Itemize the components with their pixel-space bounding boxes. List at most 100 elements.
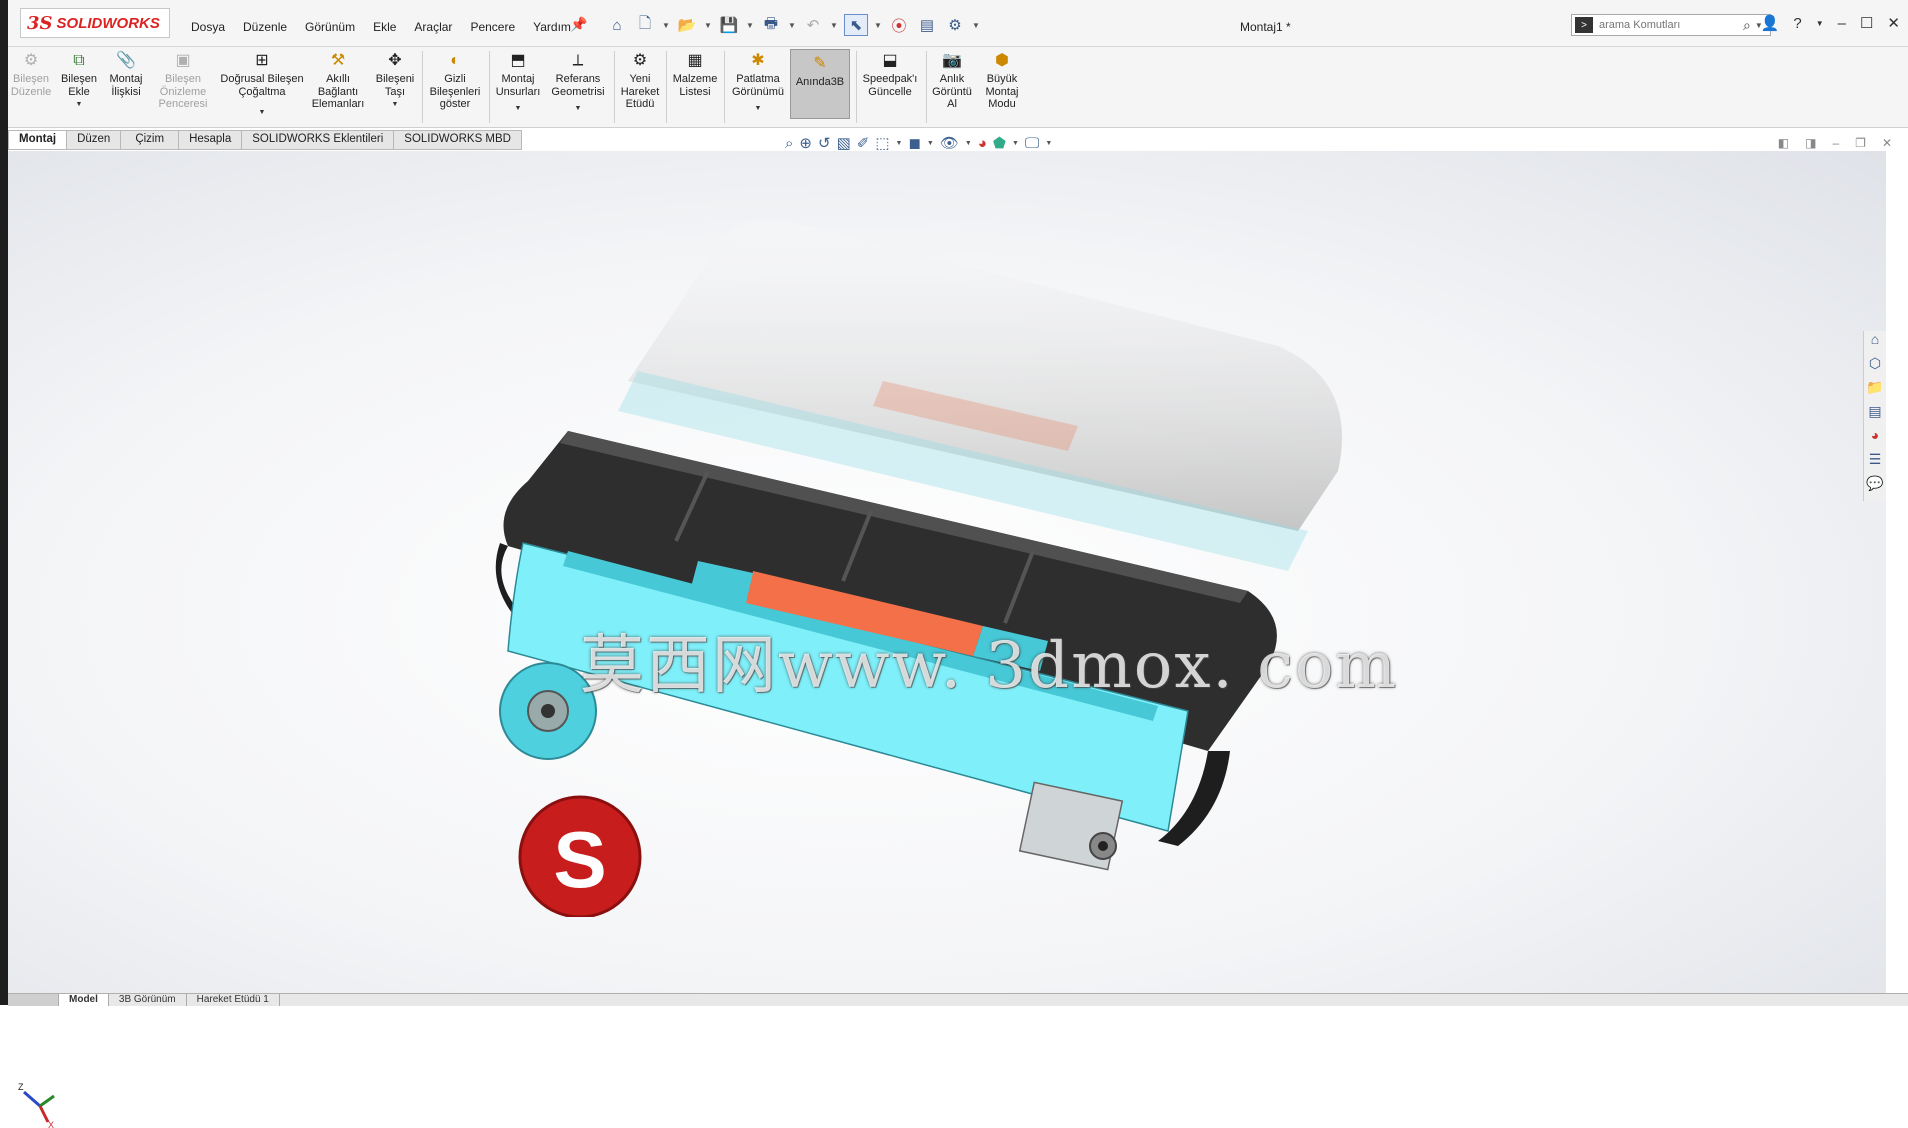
- user-icon[interactable]: 👤: [1761, 14, 1780, 32]
- tab-model[interactable]: Model: [59, 994, 109, 1006]
- show-hidden-icon: ◐: [450, 51, 460, 69]
- print-icon[interactable]: 🖶: [760, 15, 782, 35]
- menu-araclar[interactable]: Araçlar: [414, 20, 452, 34]
- tab-motion-study[interactable]: Hareket Etüdü 1: [187, 994, 280, 1006]
- traffic-light-icon[interactable]: ⦿: [888, 15, 910, 35]
- menu-dosya[interactable]: Dosya: [191, 20, 225, 34]
- section-view-icon[interactable]: ▧: [837, 134, 851, 152]
- tab-eklentiler[interactable]: SOLIDWORKS Eklentileri: [242, 130, 395, 150]
- chevron-down-icon[interactable]: ▼: [972, 21, 980, 30]
- chevron-down-icon[interactable]: ▼: [704, 21, 712, 30]
- chevron-down-icon[interactable]: ▼: [746, 21, 754, 30]
- help-icon[interactable]: ?: [1793, 15, 1801, 32]
- expand-panel-icon[interactable]: ◧: [1778, 136, 1789, 150]
- search-input[interactable]: [1597, 18, 1741, 32]
- file-explorer-icon[interactable]: 📁: [1864, 379, 1886, 399]
- take-snapshot-button[interactable]: 📷 Anlık Görüntü Al: [930, 51, 974, 111]
- tab-hesapla[interactable]: Hesapla: [179, 130, 243, 150]
- new-document-icon[interactable]: 🗋: [634, 15, 656, 35]
- menu-yardim[interactable]: Yardım: [533, 20, 571, 34]
- home-icon[interactable]: ⌂: [1864, 331, 1886, 351]
- large-assembly-mode-button[interactable]: ⬢ Büyük Montaj Modu: [980, 51, 1024, 111]
- chevron-down-icon[interactable]: ▼: [1816, 19, 1824, 28]
- chevron-down-icon[interactable]: ▼: [259, 107, 266, 120]
- chevron-down-icon[interactable]: ▼: [874, 21, 882, 30]
- assembly-features-button[interactable]: ⬒ Montaj Unsurları ▼: [492, 51, 544, 116]
- view-orientation-icon[interactable]: ⬚: [875, 134, 889, 152]
- tab-cizim[interactable]: Çizim: [121, 130, 180, 150]
- menu-duzenle[interactable]: Düzenle: [243, 20, 287, 34]
- search-icon[interactable]: ⌕: [1743, 17, 1751, 34]
- view-settings-icon[interactable]: 🖵: [1025, 135, 1039, 152]
- dynamic-annotation-icon[interactable]: ✐: [857, 134, 870, 152]
- close-icon[interactable]: ✕: [1882, 136, 1892, 150]
- chevron-down-icon[interactable]: ▼: [755, 103, 762, 116]
- zoom-to-area-icon[interactable]: ⊕: [799, 134, 812, 152]
- appearances-icon[interactable]: ◕: [1864, 427, 1886, 447]
- select-cursor-icon[interactable]: ⬉: [844, 14, 868, 36]
- chevron-down-icon[interactable]: ▼: [830, 21, 838, 30]
- conveyor-assembly-model[interactable]: [8, 151, 1886, 993]
- collapse-panel-icon[interactable]: ◨: [1805, 136, 1816, 150]
- edit-appearance-icon[interactable]: ◕: [978, 135, 987, 152]
- solidworks-logo[interactable]: 3S SOLIDWORKS: [20, 8, 170, 38]
- view-palette-icon[interactable]: ▤: [1864, 403, 1886, 423]
- tab-3d-view[interactable]: 3B Görünüm: [109, 994, 187, 1006]
- hide-show-items-icon[interactable]: 👁: [940, 134, 959, 152]
- chevron-down-icon[interactable]: ▼: [927, 140, 934, 147]
- linear-pattern-button[interactable]: ⊞ Doğrusal Bileşen Çoğaltma ▼: [212, 51, 312, 120]
- chevron-down-icon[interactable]: ▼: [392, 99, 399, 112]
- menu-pencere[interactable]: Pencere: [470, 20, 515, 34]
- open-folder-icon[interactable]: 📂: [676, 15, 698, 35]
- undo-icon[interactable]: ↶: [802, 15, 824, 35]
- chevron-down-icon[interactable]: ▼: [1012, 140, 1019, 147]
- edit-component-button[interactable]: ⚙ Bileşen Düzenle: [11, 51, 51, 98]
- save-icon[interactable]: 💾: [718, 15, 740, 35]
- chevron-down-icon[interactable]: ▼: [788, 21, 796, 30]
- chevron-down-icon[interactable]: ▼: [896, 140, 903, 147]
- update-speedpak-button[interactable]: ⬓ Speedpak'ı Güncelle: [858, 51, 922, 98]
- chevron-down-icon[interactable]: ▼: [1045, 140, 1052, 147]
- chevron-down-icon[interactable]: ▼: [575, 103, 582, 116]
- menu-bar: Dosya Düzenle Görünüm Ekle Araçlar Pence…: [191, 20, 571, 34]
- smart-fasteners-button[interactable]: ⚒ Akıllı Bağlantı Elemanları: [310, 51, 366, 111]
- bill-of-materials-button[interactable]: ▦ Malzeme Listesi: [670, 51, 720, 98]
- tab-montaj[interactable]: Montaj: [8, 130, 68, 150]
- mate-button[interactable]: 📎 Montaj İlişkisi: [106, 51, 146, 98]
- ribbon-separator: [926, 51, 927, 123]
- minimize-icon[interactable]: –: [1838, 15, 1846, 32]
- maximize-icon[interactable]: ☐: [1860, 14, 1873, 32]
- display-style-icon[interactable]: ◼: [908, 134, 920, 152]
- chevron-down-icon[interactable]: ▼: [515, 103, 522, 116]
- options-gear-icon[interactable]: ⚙: [944, 15, 966, 35]
- close-icon[interactable]: ✕: [1887, 14, 1900, 32]
- reference-geometry-button[interactable]: ⟂ Referans Geometrisi ▼: [546, 51, 610, 116]
- component-preview-button[interactable]: ▣ Bileşen Önizleme Penceresi: [156, 51, 210, 111]
- custom-properties-icon[interactable]: ☰: [1864, 451, 1886, 471]
- chevron-down-icon[interactable]: ▼: [965, 140, 972, 147]
- new-motion-study-button[interactable]: ⚙ Yeni Hareket Etüdü: [618, 51, 662, 111]
- pin-icon[interactable]: 📌: [570, 16, 587, 33]
- tab-duzen[interactable]: Düzen: [67, 130, 122, 150]
- design-library-icon[interactable]: ⬡: [1864, 355, 1886, 375]
- previous-view-icon[interactable]: ↺: [818, 134, 831, 152]
- show-hidden-components-button[interactable]: ◐ Gizli Bileşenleri göster: [426, 51, 484, 111]
- forum-icon[interactable]: 💬: [1864, 475, 1886, 495]
- zoom-to-fit-icon[interactable]: ⌕: [785, 135, 793, 152]
- tab-scroll-control[interactable]: [8, 994, 59, 1006]
- apply-scene-icon[interactable]: ⬟: [993, 134, 1006, 152]
- exploded-view-button[interactable]: ✱ Patlatma Görünümü ▼: [728, 51, 788, 116]
- instant3d-button[interactable]: ✎ Anında3B: [790, 49, 850, 119]
- move-component-button[interactable]: ✥ Bileşeni Taşı ▼: [372, 51, 418, 112]
- menu-gorunum[interactable]: Görünüm: [305, 20, 355, 34]
- menu-ekle[interactable]: Ekle: [373, 20, 396, 34]
- chevron-down-icon[interactable]: ▼: [76, 99, 83, 112]
- minimize-icon[interactable]: –: [1832, 136, 1839, 150]
- graphics-area[interactable]: 莫西网www. 3dmox. com SOLIDWORKS DİZAYN S Z…: [8, 151, 1886, 1128]
- insert-component-button[interactable]: ⧉ Bileşen Ekle ▼: [61, 51, 97, 112]
- restore-icon[interactable]: ❐: [1855, 136, 1866, 150]
- file-properties-icon[interactable]: ▤: [916, 15, 938, 35]
- chevron-down-icon[interactable]: ▼: [662, 21, 670, 30]
- tab-mbd[interactable]: SOLIDWORKS MBD: [394, 130, 522, 150]
- home-icon[interactable]: ⌂: [606, 15, 628, 35]
